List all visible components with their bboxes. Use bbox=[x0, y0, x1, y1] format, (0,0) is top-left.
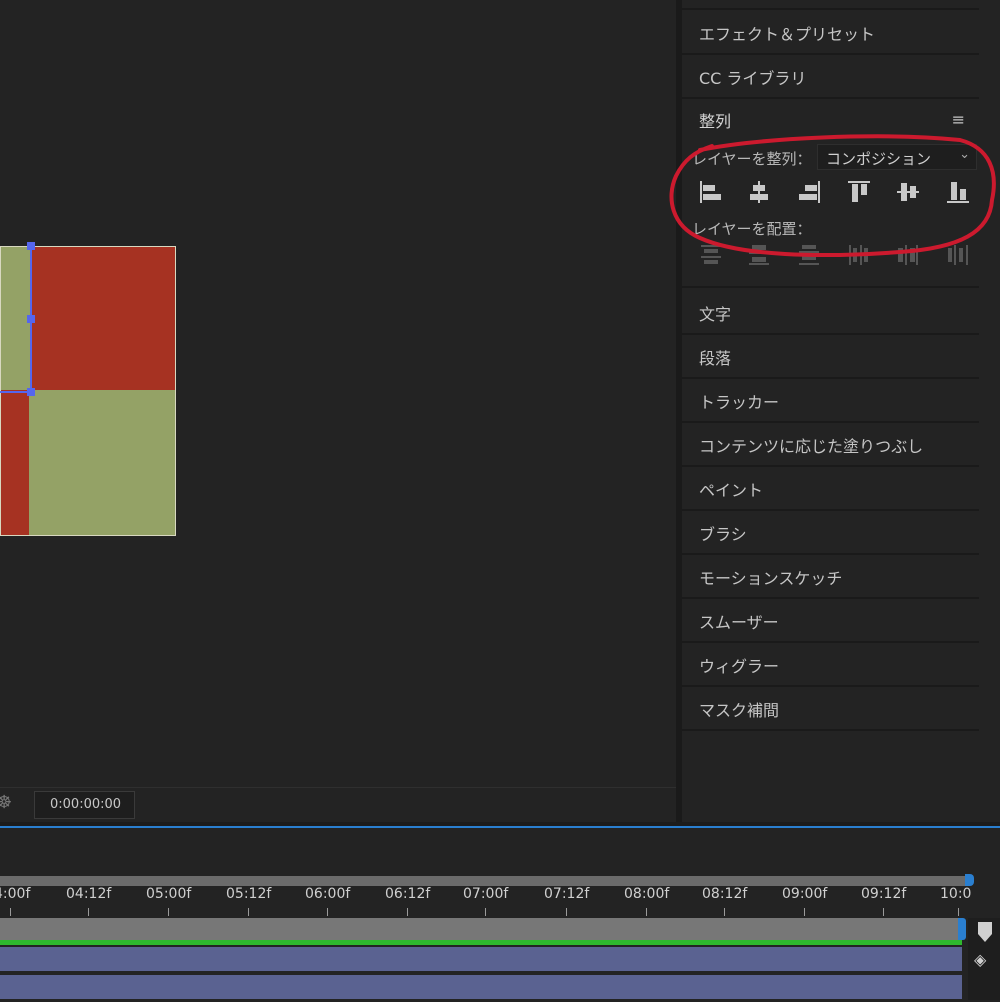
section-label: ペイント bbox=[699, 481, 764, 500]
tick-mark bbox=[248, 908, 249, 916]
align-panel: 整列 ≡ レイヤーを整列： コンポジション ⌄ レイヤーを配置： bbox=[682, 98, 979, 288]
time-tick-label: 06:12f bbox=[385, 886, 431, 902]
time-tick-label: 05:00f bbox=[146, 886, 192, 902]
current-time-marker-icon[interactable] bbox=[976, 920, 994, 944]
tick-mark bbox=[327, 908, 328, 916]
tick-mark bbox=[10, 908, 11, 916]
green-square-bottomright bbox=[29, 390, 176, 536]
section-paint[interactable]: ペイント bbox=[682, 466, 979, 511]
panel-section-cut bbox=[682, 0, 979, 10]
section-label: コンテンツに応じた塗りつぶし bbox=[699, 437, 924, 456]
tick-mark bbox=[88, 908, 89, 916]
align-target-value: コンポジション bbox=[826, 150, 932, 168]
section-label: 文字 bbox=[699, 305, 732, 324]
time-navigator-bar[interactable] bbox=[0, 874, 974, 886]
panel-menu-icon[interactable]: ≡ bbox=[952, 110, 965, 129]
tick-mark bbox=[566, 908, 567, 916]
selection-handle-bottom[interactable] bbox=[27, 388, 35, 396]
time-tick-label: 10:0 bbox=[940, 886, 972, 902]
timecode-value: 0:00:00:00 bbox=[50, 797, 122, 812]
time-tick-label: 08:12f bbox=[702, 886, 748, 902]
right-panels: エフェクト＆プリセット CC ライブラリ 整列 ≡ レイヤーを整列： コンポジシ… bbox=[682, 0, 1000, 822]
time-ruler[interactable]: 4:00f 04:12f 05:00f 05:12f 06:00f 06:12f… bbox=[0, 886, 972, 918]
timeline-right-gutter: ◈ bbox=[968, 918, 1000, 1000]
tick-mark bbox=[804, 908, 805, 916]
tick-mark bbox=[646, 908, 647, 916]
work-area-end-handle[interactable] bbox=[958, 918, 966, 940]
section-cc-libraries[interactable]: CC ライブラリ bbox=[682, 54, 979, 99]
section-motion-sketch[interactable]: モーションスケッチ bbox=[682, 554, 979, 599]
selection-handle-top[interactable] bbox=[27, 242, 35, 250]
time-tick-label: 07:00f bbox=[463, 886, 509, 902]
time-tick-label: 08:00f bbox=[624, 886, 670, 902]
tick-mark bbox=[883, 908, 884, 916]
viewer-footer-bar: ☸ 0:00:00:00 bbox=[0, 787, 676, 822]
distribute-layers-label: レイヤーを配置： bbox=[692, 220, 812, 238]
distribute-bottom-icon[interactable] bbox=[795, 241, 823, 269]
time-tick-label: 4:00f bbox=[0, 886, 31, 902]
chevron-down-icon: ⌄ bbox=[959, 147, 970, 162]
section-paragraph[interactable]: 段落 bbox=[682, 334, 979, 379]
distribute-top-icon[interactable] bbox=[697, 241, 725, 269]
section-label: ウィグラー bbox=[699, 657, 780, 676]
tick-mark bbox=[485, 908, 486, 916]
composition-canvas bbox=[0, 242, 176, 536]
comp-marker-icon[interactable]: ◈ bbox=[974, 950, 986, 969]
section-content-aware-fill[interactable]: コンテンツに応じた塗りつぶし bbox=[682, 422, 979, 467]
tick-mark bbox=[168, 908, 169, 916]
red-square-topright bbox=[31, 246, 176, 390]
tick-mark bbox=[958, 908, 959, 916]
layer-bar[interactable] bbox=[0, 975, 962, 999]
color-wheel-icon[interactable]: ☸ bbox=[0, 792, 12, 813]
align-right-icon[interactable] bbox=[795, 178, 823, 206]
green-square-topleft[interactable] bbox=[0, 246, 31, 390]
align-vertical-center-icon[interactable] bbox=[894, 178, 922, 206]
section-label: CC ライブラリ bbox=[699, 69, 807, 88]
navigator-end-handle[interactable] bbox=[965, 874, 974, 886]
section-label: モーションスケッチ bbox=[699, 569, 843, 588]
section-mask-interpolation[interactable]: マスク補間 bbox=[682, 686, 979, 731]
align-layers-to-label: レイヤーを整列： bbox=[692, 150, 812, 168]
distribute-left-icon[interactable] bbox=[845, 241, 873, 269]
section-wiggler[interactable]: ウィグラー bbox=[682, 642, 979, 687]
align-left-icon[interactable] bbox=[697, 178, 725, 206]
tick-mark bbox=[407, 908, 408, 916]
align-top-icon[interactable] bbox=[845, 178, 873, 206]
timeline-header bbox=[0, 828, 970, 876]
section-smoother[interactable]: スムーザー bbox=[682, 598, 979, 643]
align-horizontal-center-icon[interactable] bbox=[745, 178, 773, 206]
align-panel-title: 整列 bbox=[699, 112, 732, 131]
layer-bar[interactable] bbox=[0, 947, 962, 971]
time-tick-label: 07:12f bbox=[544, 886, 590, 902]
distribute-vertical-center-icon[interactable] bbox=[745, 241, 773, 269]
timecode-box[interactable]: 0:00:00:00 bbox=[34, 791, 135, 819]
section-tracker[interactable]: トラッカー bbox=[682, 378, 979, 423]
time-tick-label: 06:00f bbox=[305, 886, 351, 902]
time-tick-label: 05:12f bbox=[226, 886, 272, 902]
section-label: エフェクト＆プリセット bbox=[699, 25, 876, 44]
distribute-horizontal-center-icon[interactable] bbox=[894, 241, 922, 269]
section-character[interactable]: 文字 bbox=[682, 290, 979, 335]
composition-viewer[interactable] bbox=[0, 0, 676, 787]
time-tick-label: 04:12f bbox=[66, 886, 112, 902]
time-tick-label: 09:00f bbox=[782, 886, 828, 902]
distribute-right-icon[interactable] bbox=[944, 241, 972, 269]
section-label: トラッカー bbox=[699, 393, 780, 412]
section-label: スムーザー bbox=[699, 613, 779, 632]
section-label: マスク補間 bbox=[699, 701, 780, 720]
section-label: 段落 bbox=[699, 349, 732, 368]
section-brushes[interactable]: ブラシ bbox=[682, 510, 979, 555]
align-bottom-icon[interactable] bbox=[944, 178, 972, 206]
section-label: ブラシ bbox=[699, 525, 747, 544]
red-square-bottomleft bbox=[0, 390, 29, 536]
tick-mark bbox=[724, 908, 725, 916]
time-tick-label: 09:12f bbox=[861, 886, 907, 902]
align-target-select[interactable]: コンポジション ⌄ bbox=[817, 144, 977, 170]
render-bar bbox=[0, 940, 962, 945]
selection-handle-middle[interactable] bbox=[27, 315, 35, 323]
section-effects-presets[interactable]: エフェクト＆プリセット bbox=[682, 10, 979, 55]
work-area-bar[interactable] bbox=[0, 918, 966, 940]
